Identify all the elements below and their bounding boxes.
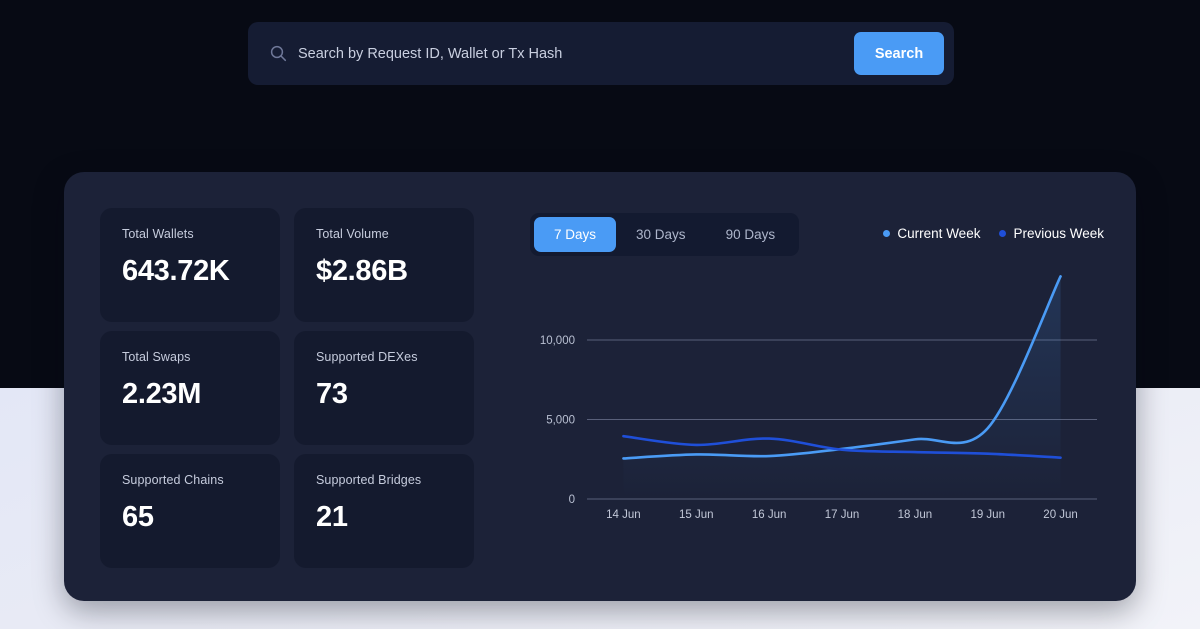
chart-x-tick-label: 19 Jun bbox=[970, 509, 1005, 521]
stat-value: 643.72K bbox=[122, 254, 230, 287]
search-bar: Search bbox=[248, 22, 954, 85]
stat-card-supported-dexes: Supported DEXes 73 bbox=[294, 331, 474, 445]
chart-x-tick-label: 20 Jun bbox=[1043, 509, 1078, 521]
stat-value: 2.23M bbox=[122, 377, 202, 410]
chart-y-tick-label: 5,000 bbox=[546, 414, 575, 426]
chart-x-tick-label: 15 Jun bbox=[679, 509, 714, 521]
range-tab-7-days[interactable]: 7 Days bbox=[534, 217, 617, 252]
stat-label: Total Swaps bbox=[122, 350, 191, 364]
chart-svg: 0 5,000 10,000 14 Jun 15 Jun 16 Jun 17 Jun 18 … bbox=[540, 275, 1097, 521]
stat-label: Supported Chains bbox=[122, 473, 224, 487]
chart-y-axis-labels: 0 5,000 10,000 bbox=[540, 335, 575, 506]
stat-card-supported-chains: Supported Chains 65 bbox=[100, 454, 280, 568]
dashboard-panel: Total Wallets 643.72K Total Volume $2.86… bbox=[64, 172, 1136, 601]
legend-dot-icon bbox=[999, 230, 1007, 237]
range-tab-group: 7 Days 30 Days 90 Days bbox=[530, 213, 800, 256]
legend-dot-icon bbox=[883, 230, 891, 237]
stat-value: 21 bbox=[316, 500, 348, 533]
search-input[interactable] bbox=[298, 45, 854, 62]
stat-label: Total Volume bbox=[316, 227, 389, 241]
stat-value: 73 bbox=[316, 377, 348, 410]
chart-x-tick-label: 17 Jun bbox=[825, 509, 860, 521]
stat-card-total-wallets: Total Wallets 643.72K bbox=[100, 208, 280, 322]
stat-label: Supported DEXes bbox=[316, 350, 418, 364]
stats-grid: Total Wallets 643.72K Total Volume $2.86… bbox=[100, 208, 474, 568]
stat-label: Total Wallets bbox=[122, 227, 194, 241]
stat-card-total-volume: Total Volume $2.86B bbox=[294, 208, 474, 322]
range-tab-90-days[interactable]: 90 Days bbox=[706, 217, 796, 252]
stat-card-total-swaps: Total Swaps 2.23M bbox=[100, 331, 280, 445]
chart-x-tick-label: 14 Jun bbox=[606, 509, 641, 521]
chart-area-fill bbox=[623, 276, 1061, 499]
line-chart: 0 5,000 10,000 14 Jun 15 Jun 16 Jun 17 Jun 18 … bbox=[530, 268, 1104, 553]
stat-card-supported-bridges: Supported Bridges 21 bbox=[294, 454, 474, 568]
chart-legend: Current Week Previous Week bbox=[883, 226, 1104, 241]
chart-x-axis-labels: 14 Jun 15 Jun 16 Jun 17 Jun 18 Jun 19 Jun 20 J… bbox=[606, 509, 1078, 521]
chart-x-tick-label: 18 Jun bbox=[898, 509, 933, 521]
legend-label: Current Week bbox=[897, 226, 981, 241]
legend-item-current-week[interactable]: Current Week bbox=[883, 226, 980, 241]
chart-x-tick-label: 16 Jun bbox=[752, 509, 787, 521]
search-button[interactable]: Search bbox=[854, 32, 944, 75]
chart-controls: 7 Days 30 Days 90 Days Current Week Prev… bbox=[530, 213, 1104, 256]
legend-label: Previous Week bbox=[1013, 226, 1104, 241]
stat-value: 65 bbox=[122, 500, 154, 533]
chart-y-tick-label: 0 bbox=[569, 494, 575, 506]
chart-area: 7 Days 30 Days 90 Days Current Week Prev… bbox=[530, 213, 1104, 563]
legend-item-previous-week[interactable]: Previous Week bbox=[999, 226, 1104, 241]
range-tab-30-days[interactable]: 30 Days bbox=[616, 217, 706, 252]
search-icon bbox=[270, 45, 287, 62]
chart-area-fills bbox=[623, 276, 1061, 499]
stat-label: Supported Bridges bbox=[316, 473, 422, 487]
stat-value: $2.86B bbox=[316, 254, 408, 287]
chart-y-tick-label: 10,000 bbox=[540, 335, 575, 347]
